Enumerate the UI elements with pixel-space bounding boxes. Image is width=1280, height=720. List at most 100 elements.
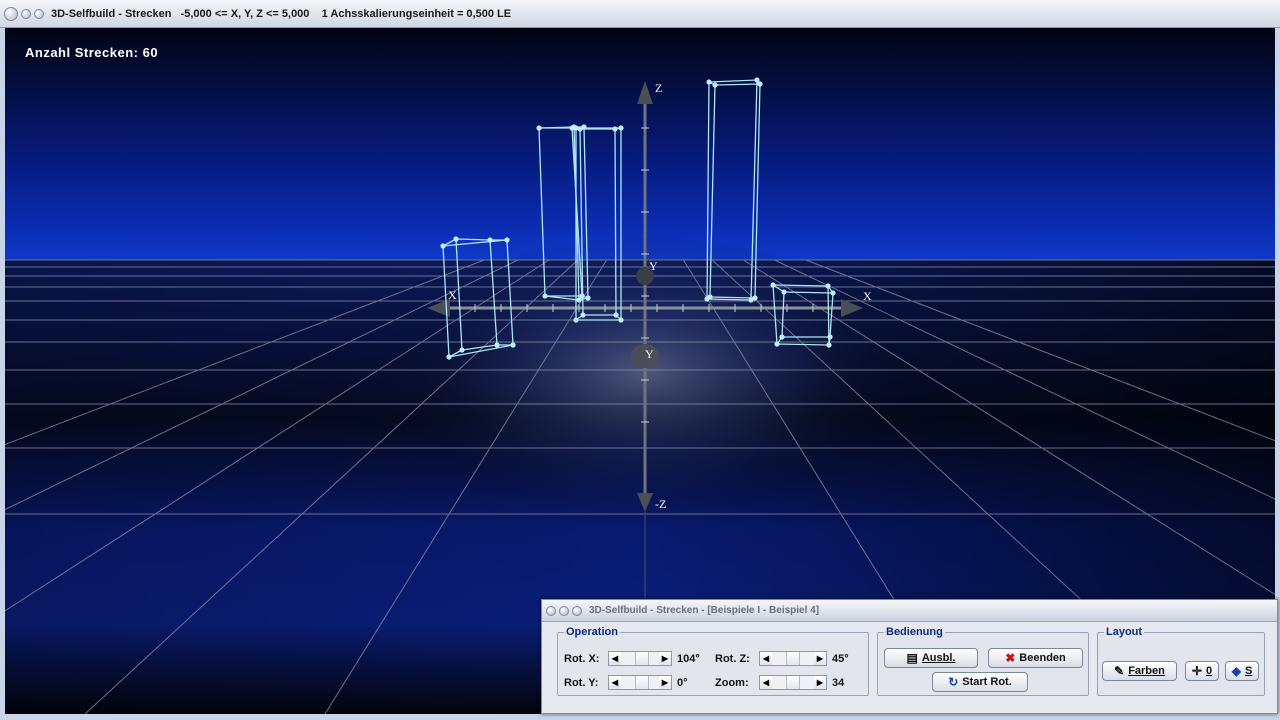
window-titlebar: 3D-Selfbuild - Strecken -5,000 <= X, Y, …: [0, 0, 1280, 28]
window-bottom-border: [0, 714, 1280, 720]
wireframe-vertex: [826, 342, 832, 348]
segment-count-label: Anzahl Strecken: 60: [25, 45, 159, 60]
wireframe-vertex: [774, 341, 780, 347]
wireframe-vertex: [580, 312, 586, 318]
s-button[interactable]: ◆ S: [1225, 661, 1259, 681]
rot-z-slider[interactable]: ◀ ▶: [759, 651, 827, 666]
rot-z-label: Rot. Z:: [715, 652, 750, 665]
wireframe-vertex: [504, 237, 510, 243]
wireframe-vertex: [446, 354, 452, 360]
wireframe-vertex: [542, 293, 548, 299]
wireframe-vertex: [779, 334, 785, 340]
wireframe-vertex: [770, 282, 776, 288]
maximize-button[interactable]: [34, 8, 44, 19]
operation-legend: Operation: [566, 626, 618, 638]
wireframe-vertex: [707, 294, 713, 300]
close-button[interactable]: [4, 6, 18, 21]
wireframe-vertex: [440, 243, 446, 249]
wireframe-vertex: [487, 237, 493, 243]
start-rot-label: Start Rot.: [962, 676, 1012, 688]
rot-z-row: Rot. Z: ◀ ▶ 45°: [715, 651, 849, 666]
control-panel-titlebar[interactable]: 3D-Selfbuild - Strecken - [Beispiele I -…: [542, 600, 1277, 622]
rot-y-decrease-arrow-icon[interactable]: ◀: [609, 676, 621, 689]
rot-x-value: 104°: [677, 652, 700, 665]
rot-x-row: Rot. X: ◀ ▶ 104°: [564, 651, 700, 666]
rot-z-thumb[interactable]: [786, 652, 800, 665]
wireframe-vertex: [577, 126, 583, 132]
beenden-label: Beenden: [1019, 652, 1066, 664]
minimize-button[interactable]: [21, 8, 31, 19]
farben-label: Farben: [1128, 665, 1165, 677]
paintbrush-icon: ✎: [1114, 664, 1125, 678]
rot-y-row: Rot. Y: ◀ ▶ 0°: [564, 675, 688, 690]
wireframe-vertex: [613, 312, 619, 318]
control-panel-title: 3D-Selfbuild - Strecken - [Beispiele I -…: [589, 605, 820, 616]
wireframe-vertex: [510, 342, 516, 348]
panel-close-button[interactable]: [546, 605, 556, 616]
wireframe-vertex: [706, 79, 712, 85]
rot-y-increase-arrow-icon[interactable]: ▶: [659, 676, 671, 689]
rot-y-value: 0°: [677, 676, 688, 689]
ausbl-label: Ausbl.: [921, 652, 956, 664]
axis-label-x-left: X: [448, 288, 457, 302]
bedienung-legend: Bedienung: [886, 626, 943, 638]
panel-minimize-button[interactable]: [559, 605, 569, 616]
rot-y-thumb[interactable]: [635, 676, 649, 689]
layout-legend: Layout: [1106, 626, 1143, 638]
wireframe-vertex: [781, 289, 787, 295]
wireframe-vertex: [830, 290, 836, 296]
axis-label-minus-z: -Z: [655, 497, 666, 511]
axis-label-y-front: Y: [645, 347, 654, 361]
wireframe-vertex: [494, 342, 500, 348]
panel-maximize-button[interactable]: [572, 605, 582, 616]
rot-z-increase-arrow-icon[interactable]: ▶: [814, 652, 826, 665]
wireframe-vertex: [585, 295, 591, 301]
wireframe-vertex: [618, 125, 624, 131]
rot-z-value: 45°: [832, 652, 849, 665]
wireframe-vertex: [757, 81, 763, 87]
control-panel-window: 3D-Selfbuild - Strecken - [Beispiele I -…: [541, 599, 1278, 714]
axis-label-y-back: Y: [649, 259, 658, 273]
start-rot-button[interactable]: ↻ Start Rot.: [932, 672, 1028, 692]
axis-label-x-right: X: [863, 289, 872, 303]
origin-button[interactable]: ✛ 0: [1185, 661, 1219, 681]
axis-label-z: Z: [655, 81, 662, 95]
rot-x-label: Rot. X:: [564, 652, 600, 665]
wireframe-vertex: [618, 317, 624, 323]
sky-background: [5, 28, 1275, 260]
eraser-icon: ◆: [1231, 664, 1241, 678]
rot-x-slider[interactable]: ◀ ▶: [608, 651, 672, 666]
zoom-slider[interactable]: ◀ ▶: [759, 675, 827, 690]
s-label: S: [1244, 665, 1253, 677]
rot-x-decrease-arrow-icon[interactable]: ◀: [609, 652, 621, 665]
farben-button[interactable]: ✎ Farben: [1102, 661, 1177, 681]
wireframe-vertex: [453, 236, 459, 242]
wireframe-vertex: [576, 297, 582, 303]
rot-x-increase-arrow-icon[interactable]: ▶: [659, 652, 671, 665]
wireframe-vertex: [536, 125, 542, 131]
rotate-icon: ↻: [948, 675, 959, 689]
zoom-value: 34: [832, 676, 845, 689]
window-title: 3D-Selfbuild - Strecken -5,000 <= X, Y, …: [51, 7, 512, 20]
rot-y-slider[interactable]: ◀ ▶: [608, 675, 672, 690]
zoom-increase-arrow-icon[interactable]: ▶: [814, 676, 826, 689]
zoom-thumb[interactable]: [786, 676, 800, 689]
wireframe-vertex: [573, 317, 579, 323]
ausbl-button[interactable]: ▤ Ausbl.: [884, 648, 978, 668]
origin-label: 0: [1205, 665, 1213, 677]
rot-z-decrease-arrow-icon[interactable]: ◀: [760, 652, 772, 665]
zoom-row: Zoom: ◀ ▶ 34: [715, 675, 844, 690]
wireframe-vertex: [752, 295, 758, 301]
rot-x-thumb[interactable]: [635, 652, 649, 665]
beenden-button[interactable]: ✖ Beenden: [988, 648, 1083, 668]
zoom-label: Zoom:: [715, 676, 749, 689]
wireframe-vertex: [827, 334, 833, 340]
zoom-decrease-arrow-icon[interactable]: ◀: [760, 676, 772, 689]
wireframe-vertex: [825, 283, 831, 289]
crosshair-icon: ✛: [1191, 664, 1202, 678]
rot-y-label: Rot. Y:: [564, 676, 599, 689]
hide-icon: ▤: [906, 651, 918, 665]
close-x-icon: ✖: [1005, 651, 1016, 665]
wireframe-vertex: [612, 126, 618, 132]
wireframe-vertex: [459, 347, 465, 353]
